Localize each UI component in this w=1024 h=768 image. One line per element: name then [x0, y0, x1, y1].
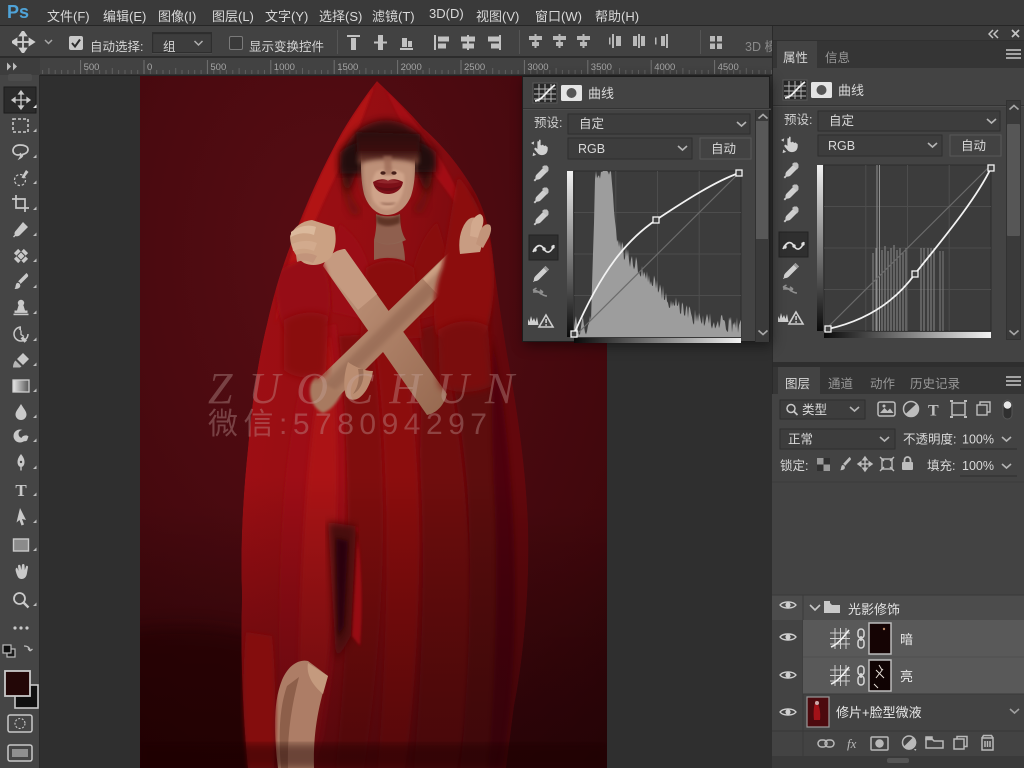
svg-text:100%: 100%: [962, 459, 994, 473]
svg-text:自动: 自动: [711, 142, 736, 156]
svg-text:fx: fx: [847, 736, 857, 751]
svg-text:自动: 自动: [961, 139, 986, 153]
svg-text:预设:: 预设:: [784, 112, 812, 127]
svg-text:0: 0: [147, 62, 152, 73]
svg-text:不透明度:: 不透明度:: [903, 432, 956, 447]
svg-text:500: 500: [210, 62, 226, 73]
svg-text:ZUOCHUN: ZUOCHUN: [208, 364, 530, 413]
svg-text:RGB: RGB: [578, 142, 605, 156]
svg-text:100%: 100%: [962, 433, 994, 447]
svg-text:修片+脸型微液: 修片+脸型微液: [836, 705, 922, 720]
svg-text:T: T: [928, 403, 939, 420]
svg-text:正常: 正常: [788, 433, 813, 447]
svg-text:暗: 暗: [900, 632, 913, 647]
svg-text:曲线: 曲线: [838, 83, 864, 98]
svg-text:T: T: [15, 481, 27, 500]
svg-text:自定: 自定: [829, 113, 854, 128]
svg-text:曲线: 曲线: [588, 86, 614, 101]
svg-text:500: 500: [84, 62, 100, 73]
svg-text:微信:578094297: 微信:578094297: [208, 408, 493, 441]
svg-text:自定: 自定: [579, 116, 604, 131]
svg-text:填充:: 填充:: [927, 458, 955, 473]
svg-text:光影修饰: 光影修饰: [848, 602, 900, 617]
svg-text:预设:: 预设:: [534, 115, 562, 130]
svg-text:类型: 类型: [802, 403, 827, 417]
svg-text:锁定:: 锁定:: [780, 458, 808, 473]
svg-text:RGB: RGB: [828, 139, 855, 153]
svg-text:亮: 亮: [900, 669, 913, 684]
